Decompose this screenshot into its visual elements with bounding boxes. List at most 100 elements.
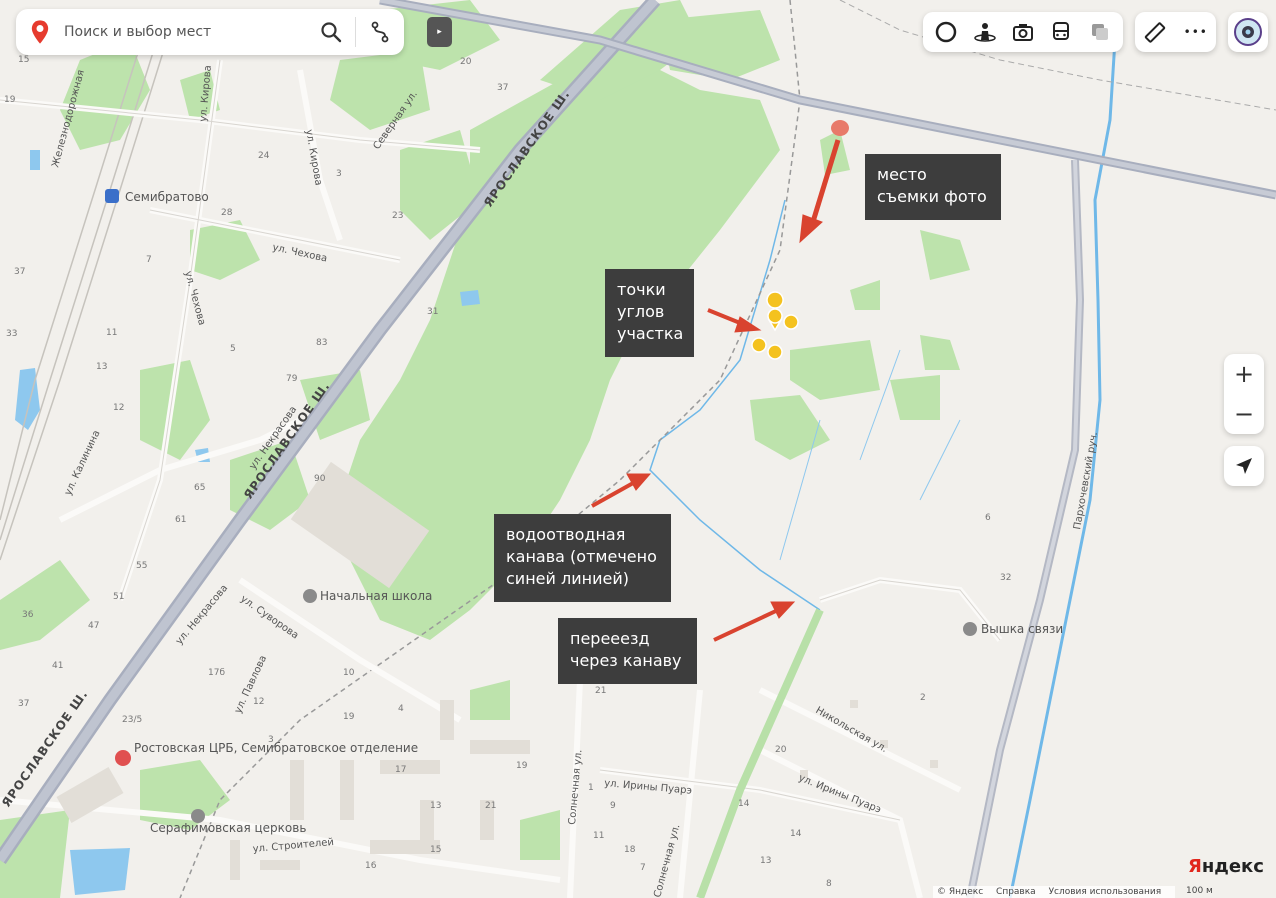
house-number: 15 (430, 845, 441, 855)
search-box[interactable]: Поиск и выбор мест (16, 9, 404, 55)
house-number: 65 (194, 483, 205, 493)
zoom-control: + − (1224, 354, 1264, 434)
house-number: 16 (365, 861, 377, 871)
house-number: 51 (113, 592, 124, 602)
green-strip (696, 608, 824, 898)
note-ditch: водоотводная канава (отмечено синей лини… (494, 514, 671, 602)
search-divider (355, 17, 356, 47)
house-number: 11 (106, 328, 117, 338)
house-number: 79 (286, 374, 298, 384)
layers-circle-icon[interactable] (934, 20, 958, 44)
house-number: 21 (595, 686, 606, 696)
panorama-person-icon[interactable] (973, 20, 997, 44)
search-icon[interactable] (319, 20, 343, 44)
layers-toolbar (923, 12, 1123, 52)
poi-school-label: Начальная школа (320, 589, 432, 603)
house-number: 83 (316, 338, 327, 348)
poi-school[interactable]: Начальная школа (303, 589, 432, 603)
search-input[interactable]: Поиск и выбор мест (64, 24, 319, 40)
house-number: 23/5 (122, 715, 142, 725)
house-number: 4 (398, 704, 404, 714)
house-number: 5 (230, 344, 236, 354)
house-number: 7 (146, 255, 152, 265)
note-photo-place: место съемки фото (865, 154, 1001, 220)
house-number: 36 (22, 610, 34, 620)
house-number: 17б (208, 668, 225, 678)
stream-line (1008, 39, 1117, 898)
map-footer: © Яндекс Справка Условия использования (933, 886, 1176, 898)
house-number: 8 (826, 879, 832, 889)
plot-marker[interactable] (767, 308, 783, 324)
more-icon[interactable]: ••• (1184, 20, 1208, 44)
house-number: 12 (113, 403, 124, 413)
locate-me-button[interactable] (1224, 446, 1264, 486)
avatar-icon (1234, 18, 1262, 46)
house-number: 3 (268, 735, 274, 745)
house-number: 18 (624, 845, 636, 855)
house-number: 37 (14, 267, 25, 277)
house-number: 11 (593, 831, 604, 841)
route-icon[interactable] (368, 20, 392, 44)
terms-link[interactable]: Условия использования (1049, 887, 1162, 897)
house-number: 19 (4, 95, 16, 105)
house-number: 13 (430, 801, 441, 811)
house-number: 15 (18, 55, 29, 65)
house-number: 90 (314, 474, 326, 484)
poi-station-label: Семибратово (125, 190, 209, 204)
collapse-panel-button[interactable]: ▸ (427, 17, 452, 47)
poi-church-label: Серафимовская церковь (150, 821, 306, 835)
ruler-icon[interactable] (1143, 20, 1167, 44)
house-number: 33 (6, 329, 17, 339)
help-link[interactable]: Справка (996, 887, 1036, 897)
zoom-out-button[interactable]: − (1224, 394, 1264, 434)
poi-tower[interactable]: Вышка связи (963, 622, 1063, 636)
house-number: 3 (336, 169, 342, 179)
house-number: 24 (258, 151, 270, 161)
poi-hospital[interactable]: Ростовская ЦРБ, Семибратовское отделение (115, 741, 418, 766)
house-number: 28 (221, 208, 233, 218)
house-number: 14 (790, 829, 802, 839)
label-kalinina: ул. Калинина (63, 429, 103, 498)
poi-hospital-label: Ростовская ЦРБ, Семибратовское отделение (134, 741, 418, 755)
house-number: 19 (343, 712, 355, 722)
house-number: 37 (18, 699, 29, 709)
poi-tower-label: Вышка связи (981, 622, 1063, 636)
house-number: 61 (175, 515, 186, 525)
house-number: 47 (88, 621, 99, 631)
house-number: 32 (1000, 573, 1011, 583)
house-number: 13 (760, 856, 771, 866)
house-number: 7 (640, 863, 646, 873)
map-pin-icon (31, 20, 49, 44)
note-crossing: перееезд через канаву (558, 618, 697, 684)
house-number: 37 (497, 83, 508, 93)
user-avatar[interactable] (1228, 12, 1268, 52)
copyright-text: © Яндекс (937, 887, 984, 897)
yandex-logo[interactable]: Яндекс (1188, 856, 1264, 877)
house-number: 21 (485, 801, 496, 811)
layers-stack-icon[interactable] (1088, 20, 1112, 44)
house-number: 23 (392, 211, 403, 221)
bus-icon[interactable] (1049, 20, 1073, 44)
house-number: 17 (395, 765, 406, 775)
house-number: 31 (427, 307, 438, 317)
plot-marker[interactable] (751, 337, 767, 353)
photo-location-marker[interactable] (831, 120, 849, 136)
camera-icon[interactable] (1011, 20, 1035, 44)
label-stroiteley: ул. Строителей (252, 837, 334, 855)
plot-marker[interactable] (767, 344, 783, 360)
house-number: 9 (610, 801, 616, 811)
plot-corner-markers[interactable] (751, 291, 799, 360)
house-number: 19 (516, 761, 528, 771)
plot-marker[interactable] (783, 314, 799, 330)
house-number: 1 (588, 783, 594, 793)
label-solnechnaya: Солнечная ул. (567, 749, 585, 825)
location-arrow-icon (1236, 458, 1252, 474)
poi-station[interactable]: Семибратово (105, 189, 209, 204)
house-number: 2 (920, 693, 926, 703)
tools-toolbar: ••• (1135, 12, 1216, 52)
forest-areas (0, 0, 970, 898)
map-canvas[interactable]: ЯРОСЛАВСКОЕ Ш. ЯРОСЛАВСКОЕ Ш. ЯРОСЛАВСКО… (0, 0, 1276, 898)
zoom-in-button[interactable]: + (1224, 354, 1264, 394)
house-number: 10 (343, 668, 355, 678)
house-number: 41 (52, 661, 63, 671)
